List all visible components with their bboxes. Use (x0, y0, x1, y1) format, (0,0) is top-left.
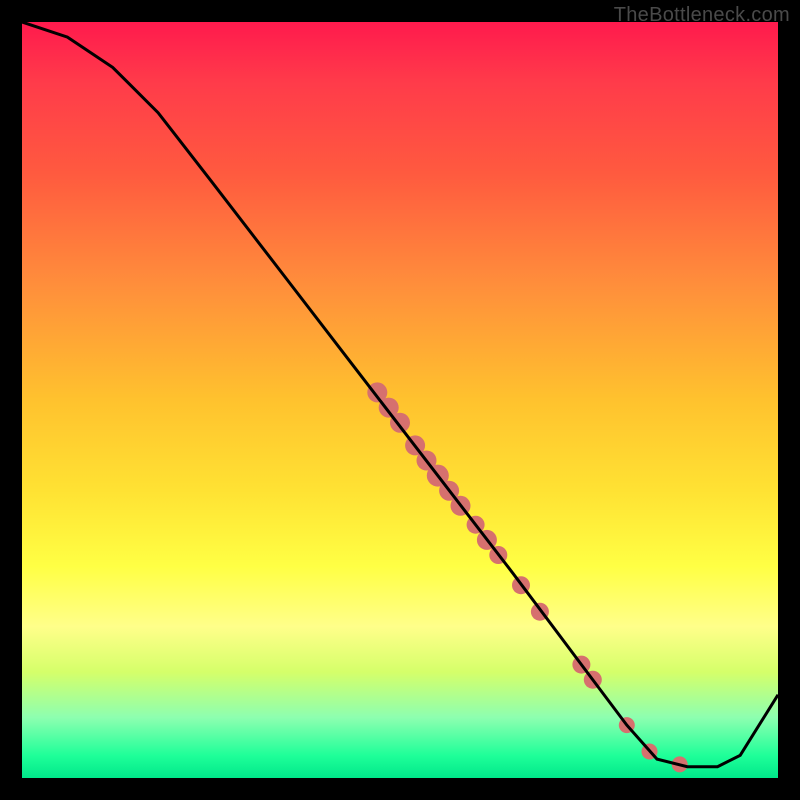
scatter-dots-group (367, 382, 687, 772)
bottleneck-curve (22, 22, 778, 767)
chart-overlay (22, 22, 778, 778)
watermark-label: TheBottleneck.com (614, 4, 790, 27)
chart-stage: TheBottleneck.com (0, 0, 800, 800)
plot-area (22, 22, 778, 778)
